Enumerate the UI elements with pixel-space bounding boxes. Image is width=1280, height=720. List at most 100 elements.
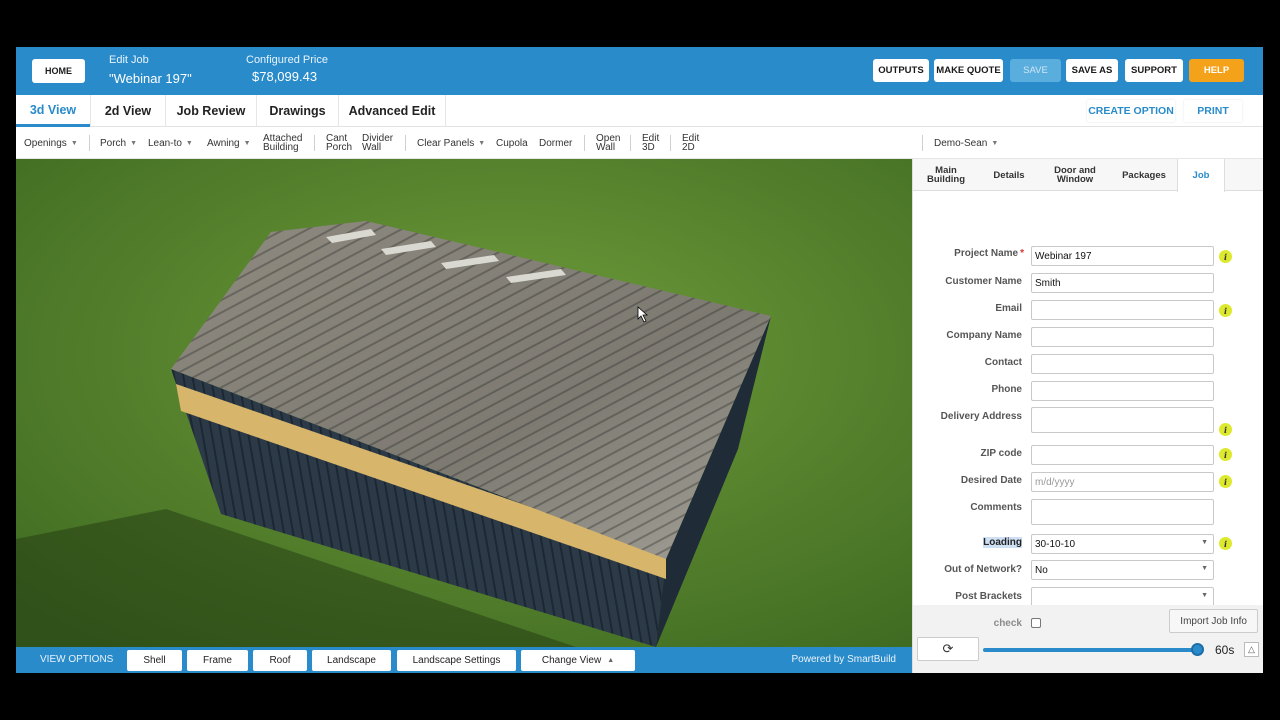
contact-input[interactable] [1031, 354, 1214, 374]
clear-panels-menu[interactable]: Clear Panels ▼ [417, 131, 485, 155]
toolbar-divider [405, 135, 406, 151]
toolbar-divider [89, 135, 90, 151]
change-view-button[interactable]: Change View ▲ [521, 650, 635, 671]
make-quote-button[interactable]: MAKE QUOTE [934, 59, 1003, 82]
tab-job-review[interactable]: Job Review [166, 95, 256, 127]
panel-footer: Import Job Info ⟳ 60s △ [913, 605, 1263, 673]
caret-down-icon: ▼ [70, 139, 78, 147]
home-button[interactable]: HOME [32, 59, 85, 83]
caret-down-icon: ▼ [1201, 565, 1208, 572]
out-of-network-label: Out of Network? [944, 564, 1022, 575]
tab-drawings[interactable]: Drawings [257, 95, 338, 127]
tab-divider [445, 95, 446, 127]
configured-price-label: Configured Price [246, 54, 328, 66]
tab-advanced-edit[interactable]: Advanced Edit [339, 95, 445, 127]
zip-code-input[interactable] [1031, 445, 1214, 465]
panel-tabs: Main Building Details Door and Window Pack… [913, 159, 1263, 192]
phone-input[interactable] [1031, 381, 1214, 401]
check-checkbox[interactable] [1031, 618, 1041, 628]
phone-label: Phone [991, 384, 1022, 395]
customer-name-label: Customer Name [945, 276, 1022, 287]
print-button[interactable]: PRINT [1184, 100, 1242, 122]
loading-label-text: Loading [983, 537, 1022, 548]
desired-date-input[interactable]: m/d/yyyy [1031, 472, 1214, 492]
open-wall-label-line2: Wall [596, 142, 616, 153]
toolbar-divider [670, 135, 671, 151]
timer-slider-thumb[interactable] [1191, 643, 1204, 656]
caret-down-icon: ▼ [991, 139, 999, 147]
caret-down-icon: ▼ [130, 139, 138, 147]
customer-name-input[interactable]: Smith [1031, 273, 1214, 293]
support-button[interactable]: SUPPORT [1125, 59, 1183, 82]
cupola-button[interactable]: Cupola [496, 131, 528, 155]
toolbar-divider [584, 135, 585, 151]
outputs-button[interactable]: OUTPUTS [873, 59, 929, 82]
delivery-address-input[interactable] [1031, 407, 1214, 433]
refresh-icon[interactable]: ⟳ [917, 637, 979, 661]
post-brackets-select[interactable]: ▼ [1031, 587, 1214, 607]
open-wall-button[interactable]: Open Wall [596, 131, 620, 155]
company-name-input[interactable] [1031, 327, 1214, 347]
info-icon[interactable]: i [1219, 423, 1232, 436]
caret-down-icon: ▼ [185, 139, 193, 147]
caret-up-icon[interactable]: △ [1244, 642, 1259, 657]
tab-3d-view[interactable]: 3d View [16, 95, 90, 127]
save-button[interactable]: SAVE [1010, 59, 1061, 82]
shell-button[interactable]: Shell [127, 650, 182, 671]
tab-details[interactable]: Details [979, 159, 1039, 191]
info-icon[interactable]: i [1219, 304, 1232, 317]
lean-to-menu[interactable]: Lean-to ▼ [148, 131, 193, 155]
project-name-label-text: Project Name [954, 248, 1019, 259]
edit-toolbar: Openings ▼ Porch ▼ Lean-to ▼ Awning ▼ Attach… [16, 127, 1263, 159]
landscape-button[interactable]: Landscape [312, 650, 391, 671]
openings-menu[interactable]: Openings ▼ [24, 131, 78, 155]
awning-label: Awning [207, 137, 240, 149]
edit-3d-label-line2: 3D [642, 142, 655, 153]
create-option-button[interactable]: CREATE OPTION [1087, 100, 1175, 122]
zip-code-label: ZIP code [980, 448, 1023, 459]
tab-door-window-line2: Window [1056, 174, 1094, 185]
import-job-info-button[interactable]: Import Job Info [1169, 609, 1258, 633]
comments-label: Comments [970, 502, 1022, 513]
tab-packages[interactable]: Packages [1111, 159, 1177, 191]
check-label: check [993, 618, 1022, 629]
tab-door-window[interactable]: Door and Window [1039, 159, 1111, 191]
comments-input[interactable] [1031, 499, 1214, 525]
porch-menu[interactable]: Porch ▼ [100, 131, 137, 155]
timer-slider-track[interactable] [983, 648, 1197, 652]
company-name-label: Company Name [946, 330, 1022, 341]
timer-value: 60s [1215, 643, 1235, 657]
project-name-input[interactable]: Webinar 197 [1031, 246, 1214, 266]
3d-viewport[interactable] [16, 159, 912, 647]
dormer-button[interactable]: Dormer [539, 131, 572, 155]
tab-2d-view[interactable]: 2d View [91, 95, 165, 127]
tab-main-building[interactable]: Main Building [913, 159, 979, 191]
toolbar-divider [922, 135, 923, 151]
user-menu[interactable]: Demo-Sean ▼ [934, 131, 998, 155]
roof-button[interactable]: Roof [253, 650, 307, 671]
contact-label: Contact [984, 357, 1022, 368]
frame-button[interactable]: Frame [187, 650, 248, 671]
out-of-network-value: No [1035, 565, 1048, 576]
loading-select[interactable]: 30-10-10 ▼ [1031, 534, 1214, 554]
out-of-network-select[interactable]: No ▼ [1031, 560, 1214, 580]
help-button[interactable]: HELP [1189, 59, 1244, 82]
awning-menu[interactable]: Awning ▼ [207, 131, 251, 155]
info-icon[interactable]: i [1219, 448, 1232, 461]
cant-porch-button[interactable]: Cant Porch [326, 131, 352, 155]
tab-job[interactable]: Job [1177, 159, 1225, 192]
info-icon[interactable]: i [1219, 475, 1232, 488]
view-options-label: VIEW OPTIONS [40, 654, 114, 665]
info-icon[interactable]: i [1219, 537, 1232, 550]
info-icon[interactable]: i [1219, 250, 1232, 263]
edit-2d-label-line2: 2D [682, 142, 695, 153]
email-label: Email [995, 303, 1022, 314]
divider-wall-button[interactable]: Divider Wall [362, 131, 393, 155]
divider-wall-label-line2: Wall [362, 142, 382, 153]
landscape-settings-button[interactable]: Landscape Settings [397, 650, 516, 671]
edit-2d-button[interactable]: Edit 2D [682, 131, 699, 155]
attached-building-button[interactable]: Attached Building [263, 131, 302, 155]
save-as-button[interactable]: SAVE AS [1066, 59, 1118, 82]
edit-3d-button[interactable]: Edit 3D [642, 131, 659, 155]
email-input[interactable] [1031, 300, 1214, 320]
